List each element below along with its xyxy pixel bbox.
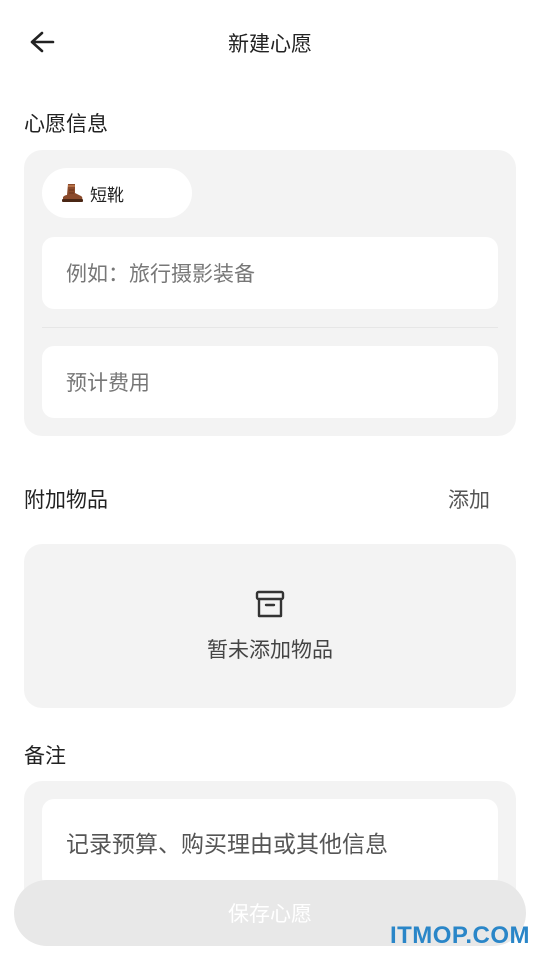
note-section-label: 备注	[24, 744, 66, 768]
wish-info-card: 短靴 例如：旅行摄影装备 预计费用	[24, 150, 516, 436]
header: 新建心愿	[0, 0, 540, 84]
wish-info-label: 心愿信息	[24, 112, 108, 136]
page-title: 新建心愿	[228, 32, 312, 56]
wish-name-input[interactable]: 例如：旅行摄影装备	[42, 237, 498, 309]
items-section-label: 附加物品	[24, 488, 108, 512]
watermark-logo: ITMOP.COM	[389, 922, 530, 949]
add-item-button[interactable]: 添加	[448, 484, 490, 514]
boot-icon	[62, 184, 83, 202]
items-empty-card: 暂未添加物品	[24, 544, 516, 708]
emoji-chip-label: 短靴	[90, 185, 124, 206]
empty-items-text: 暂未添加物品	[207, 638, 333, 662]
estimated-cost-input[interactable]: 预计费用	[42, 346, 498, 418]
divider	[42, 327, 498, 328]
new-wish-screen: 新建心愿 心愿信息 短靴 例如：旅行摄影装备 预计费用 附加物品 添加 暂未添加…	[0, 0, 540, 960]
emoji-selector[interactable]: 短靴	[42, 168, 192, 218]
archive-box-icon	[255, 590, 285, 618]
note-textarea[interactable]: 记录预算、购买理由或其他信息	[42, 799, 498, 889]
